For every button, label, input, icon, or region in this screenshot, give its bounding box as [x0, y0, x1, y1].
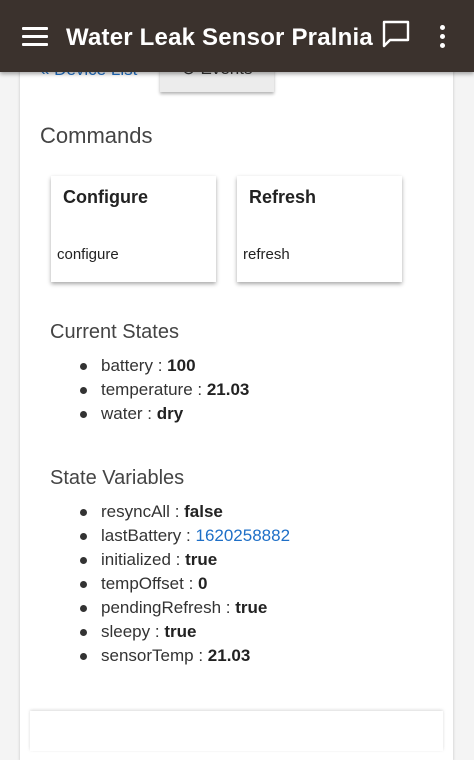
separator: : — [142, 404, 157, 423]
state-name: water — [101, 404, 143, 423]
separator: : — [192, 380, 207, 399]
separator: : — [152, 356, 168, 375]
more-vert-icon[interactable] — [440, 25, 446, 52]
variable-name: pendingRefresh — [101, 598, 222, 617]
variable-value: true — [185, 550, 218, 569]
separator: : — [193, 646, 208, 665]
commands-heading: Commands — [40, 123, 153, 148]
current-states-list: battery : 100 temperature : 21.03 water … — [56, 354, 249, 426]
state-variables-heading: State Variables — [50, 467, 185, 489]
current-states-heading: Current States — [50, 321, 179, 343]
configure-command-button[interactable]: Configure configure — [51, 176, 216, 282]
separator: : — [150, 622, 165, 641]
app-bar: Water Leak Sensor Pralnia — [0, 0, 474, 72]
variable-value: 21.03 — [207, 646, 251, 665]
separator: : — [170, 550, 186, 569]
refresh-command-button[interactable]: Refresh refresh — [237, 176, 402, 282]
variable-value: true — [164, 622, 197, 641]
state-name: temperature — [101, 380, 193, 399]
state-value: dry — [156, 404, 184, 423]
next-card — [30, 711, 443, 751]
list-item: initialized : true — [56, 548, 290, 572]
list-item: temperature : 21.03 — [56, 378, 249, 402]
page-title: Water Leak Sensor Pralnia — [66, 24, 373, 51]
command-label: refresh — [243, 246, 290, 263]
list-item: battery : 100 — [56, 354, 249, 378]
variable-value: true — [235, 598, 268, 617]
list-item: tempOffset : 0 — [56, 572, 290, 596]
list-item: resyncAll : false — [56, 500, 290, 524]
separator: : — [181, 526, 196, 545]
separator: : — [169, 502, 185, 521]
menu-icon[interactable] — [22, 27, 48, 47]
command-title: Configure — [63, 187, 148, 207]
list-item: sleepy : true — [56, 620, 290, 644]
variable-name: sensorTemp — [101, 646, 194, 665]
list-item: water : dry — [56, 402, 249, 426]
list-item: sensorTemp : 21.03 — [56, 644, 290, 668]
variable-value: false — [184, 502, 223, 521]
separator: : — [183, 574, 199, 593]
variable-name: lastBattery — [101, 526, 182, 545]
state-name: battery — [101, 356, 153, 375]
state-value: 100 — [167, 356, 196, 375]
variable-name: sleepy — [101, 622, 151, 641]
variable-name: tempOffset — [101, 574, 184, 593]
chat-icon[interactable] — [381, 19, 411, 54]
variable-name: resyncAll — [101, 502, 170, 521]
command-title: Refresh — [249, 187, 317, 207]
list-item: pendingRefresh : true — [56, 596, 290, 620]
separator: : — [221, 598, 236, 617]
variable-value-link[interactable]: 1620258882 — [195, 526, 290, 545]
state-variables-list: resyncAll : false lastBattery : 16202588… — [56, 500, 290, 668]
command-label: configure — [57, 246, 119, 263]
state-value: 21.03 — [206, 380, 250, 399]
variable-value: 0 — [198, 574, 208, 593]
variable-name: initialized — [101, 550, 171, 569]
list-item: lastBattery : 1620258882 — [56, 524, 290, 548]
